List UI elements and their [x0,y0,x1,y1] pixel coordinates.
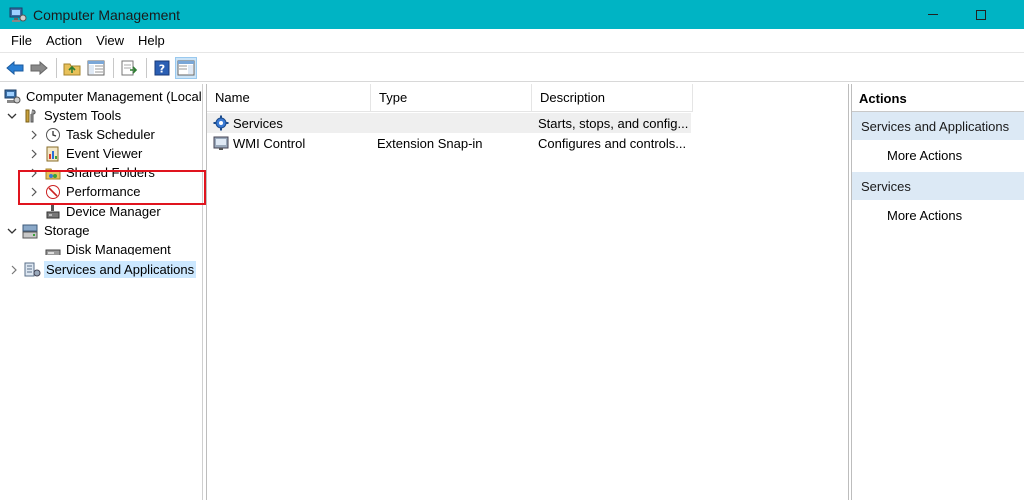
minimize-button[interactable] [910,0,956,29]
toolbar-separator [113,57,114,78]
show-hide-action-pane-button[interactable] [175,56,197,79]
menu-help[interactable]: Help [131,30,172,52]
clock-icon [44,126,61,143]
row-name-label: Services [233,115,283,131]
disk-icon [44,241,61,255]
tree-item-event-viewer[interactable]: Event Viewer [28,144,144,163]
minimize-icon [928,14,938,15]
row-name-cell: Services [207,115,371,131]
list-header: Name Type Description [207,84,693,112]
tree-item-system-tools[interactable]: System Tools [6,106,123,125]
title-bar: Computer Management [0,0,1024,29]
tree-item-label: Event Viewer [66,146,143,161]
show-hide-tree-icon [87,60,105,75]
forward-arrow-icon [30,60,48,75]
wmi-control-icon [213,135,229,151]
toolbar-separator [146,57,147,78]
back-arrow-icon [6,60,24,75]
export-list-button[interactable] [118,57,140,79]
column-header-name[interactable]: Name [207,84,371,112]
system-tools-icon [22,107,39,124]
tree-item-label: Services and Applications [44,261,197,278]
results-list[interactable]: Name Type Description Services Starts, s… [206,84,849,500]
menu-action[interactable]: Action [39,30,89,52]
column-header-type[interactable]: Type [371,84,532,112]
action-section-services-and-applications[interactable]: Services and Applications [852,112,1024,140]
services-applications-icon [24,261,41,278]
column-header-description[interactable]: Description [532,84,693,112]
tree-item-storage[interactable]: Storage [6,221,92,240]
annotation-highlight-box [18,170,206,205]
tree-item-task-scheduler[interactable]: Task Scheduler [28,125,157,144]
forward-button[interactable] [28,57,50,79]
row-name-label: WMI Control [233,135,306,151]
gear-icon [213,115,229,131]
tree-item-label: Task Scheduler [66,127,155,142]
toolbar: ? [0,54,1024,82]
svg-text:?: ? [159,62,165,75]
chevron-right-icon[interactable] [8,264,20,276]
more-actions-link[interactable]: More Actions [852,140,1024,170]
tree-item-label: System Tools [44,108,122,123]
event-viewer-icon [44,145,61,162]
menu-file[interactable]: File [4,30,39,52]
export-list-icon [121,60,138,75]
chevron-right-icon[interactable] [28,148,40,160]
tree-item-label: Disk Management [66,242,171,255]
back-button[interactable] [4,57,26,79]
row-description-cell: Configures and controls... [538,135,687,151]
tree-item-label: Storage [44,223,90,238]
row-description-cell: Starts, stops, and config... [538,115,689,131]
help-button[interactable]: ? [151,57,173,79]
menu-bar: File Action View Help [0,29,1024,53]
up-one-level-button[interactable] [61,57,83,79]
tree-item-computer-management[interactable]: Computer Management (Local [4,87,202,106]
row-name-cell: WMI Control [207,135,371,151]
chevron-down-icon[interactable] [6,225,18,237]
maximize-icon [976,9,986,20]
tree-item-label: Device Manager [66,204,161,219]
row-type-cell: Extension Snap-in [377,135,483,151]
console-tree[interactable]: Computer Management (Local System Tools … [0,84,203,500]
toolbar-separator [56,57,57,78]
actions-header: Actions [852,86,1024,112]
table-row[interactable]: Services Starts, stops, and config... [207,113,691,133]
show-hide-console-tree-button[interactable] [85,57,107,79]
up-folder-icon [63,63,81,75]
tree-item-label: Computer Management (Local [26,89,202,104]
storage-icon [22,222,39,239]
show-action-pane-icon [177,60,195,75]
chevron-right-icon[interactable] [28,129,40,141]
computer-management-icon [4,88,21,105]
window-title: Computer Management [33,6,181,23]
more-actions-link[interactable]: More Actions [852,200,1024,230]
tree-item-services-and-applications[interactable]: Services and Applications [8,260,197,279]
tree-item-disk-management[interactable]: Disk Management [44,241,173,255]
table-row[interactable]: WMI Control Extension Snap-in Configures… [207,133,691,153]
menu-view[interactable]: View [89,30,131,52]
computer-management-icon [9,7,27,23]
help-icon: ? [154,60,170,75]
maximize-button[interactable] [958,0,1004,29]
chevron-down-icon[interactable] [6,110,18,122]
device-manager-icon [44,203,61,220]
action-section-services[interactable]: Services [852,172,1024,200]
actions-pane: Actions Services and Applications More A… [851,84,1024,500]
